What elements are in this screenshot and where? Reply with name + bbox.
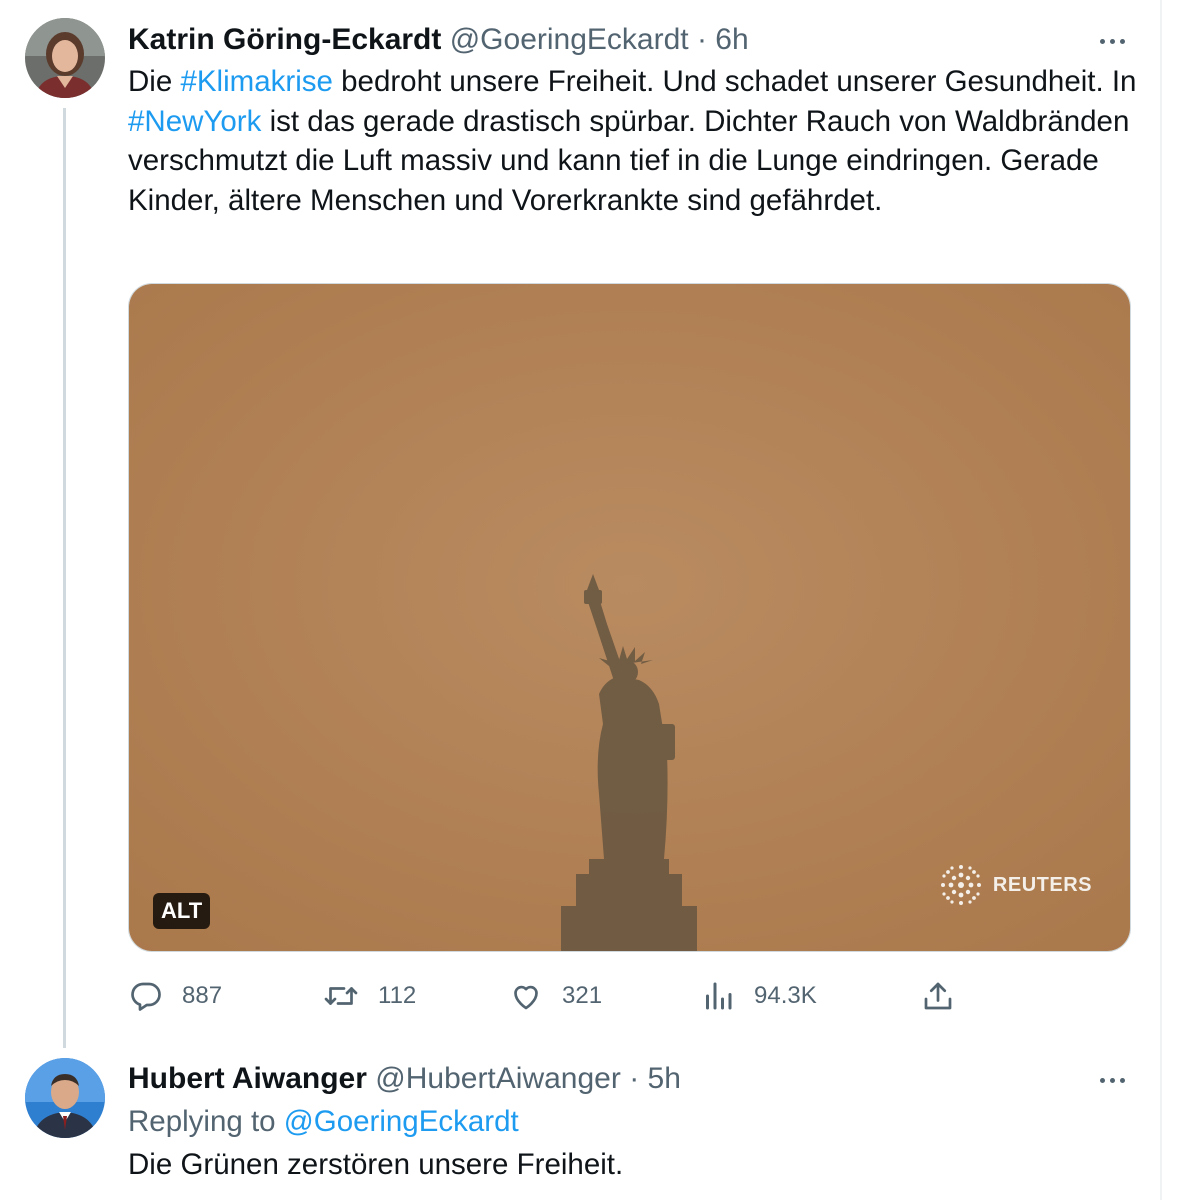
share-button[interactable] <box>920 976 956 1016</box>
reply-timestamp[interactable]: 5h <box>648 1062 681 1095</box>
views-button[interactable]: 94.3K <box>700 976 817 1016</box>
tweet-timestamp[interactable]: 6h <box>715 23 748 56</box>
reply-button[interactable]: 887 <box>128 976 222 1016</box>
reuters-watermark: REUTERS <box>939 863 1092 907</box>
share-icon <box>924 982 952 1010</box>
tweet-text: Die #Klimakrise bedroht unsere Freiheit.… <box>128 62 1138 220</box>
hashtag-link[interactable]: #Klimakrise <box>180 65 332 98</box>
reply-count: 887 <box>182 982 223 1009</box>
alt-text-badge[interactable]: ALT <box>153 893 211 929</box>
reply-header: Hubert Aiwanger @HubertAiwanger · 5h <box>128 1061 681 1097</box>
reply-more-icon[interactable] <box>1092 1070 1132 1090</box>
retweet-button[interactable]: 112 <box>322 976 416 1016</box>
tweet-text-segment: ist das gerade drastisch spürbar. Dichte… <box>128 104 1130 217</box>
reply-header-separator: · <box>629 1062 640 1095</box>
timeline-border <box>1160 0 1162 1200</box>
replying-to-label: Replying to <box>128 1105 276 1138</box>
reuters-logo-icon <box>940 865 981 905</box>
hashtag-link[interactable]: #NewYork <box>128 105 261 138</box>
author-name[interactable]: Katrin Göring-Eckardt <box>128 23 441 56</box>
reply-author-handle[interactable]: @HubertAiwanger <box>375 1062 621 1095</box>
more-icon[interactable] <box>1092 31 1132 51</box>
retweet-count: 112 <box>378 982 417 1009</box>
like-button[interactable]: 321 <box>508 976 602 1016</box>
views-count: 94.3K <box>754 982 817 1009</box>
tweet-header: Katrin Göring-Eckardt @GoeringEckardt · … <box>128 22 749 58</box>
author-avatar[interactable] <box>25 18 105 98</box>
thread-connector-line <box>63 108 66 1048</box>
reply-text: Die Grünen zerstören unsere Freiheit. <box>128 1148 624 1181</box>
tweet-text-segment: bedroht unsere Freiheit. Und schadet uns… <box>332 65 1137 98</box>
replying-to-mention[interactable]: @GoeringEckardt <box>284 1105 519 1138</box>
tweet-media-image[interactable]: ALT REUTERS <box>128 283 1131 952</box>
reply-author-name[interactable]: Hubert Aiwanger <box>128 1062 367 1095</box>
replying-to-line: Replying to @GoeringEckardt <box>128 1104 519 1140</box>
tweet-text-segment: Die <box>128 65 181 98</box>
views-icon <box>706 982 732 1010</box>
author-handle[interactable]: @GoeringEckardt <box>450 23 689 56</box>
header-separator: · <box>696 23 707 56</box>
reply-author-avatar[interactable] <box>25 1058 105 1138</box>
retweet-icon <box>324 987 358 1005</box>
like-icon <box>514 985 538 1010</box>
like-count: 321 <box>562 982 603 1009</box>
reuters-wordmark: REUTERS <box>992 873 1092 896</box>
reply-icon <box>131 982 161 1011</box>
tweet-actions-bar: 887 112 321 94.3K <box>128 976 1008 1016</box>
